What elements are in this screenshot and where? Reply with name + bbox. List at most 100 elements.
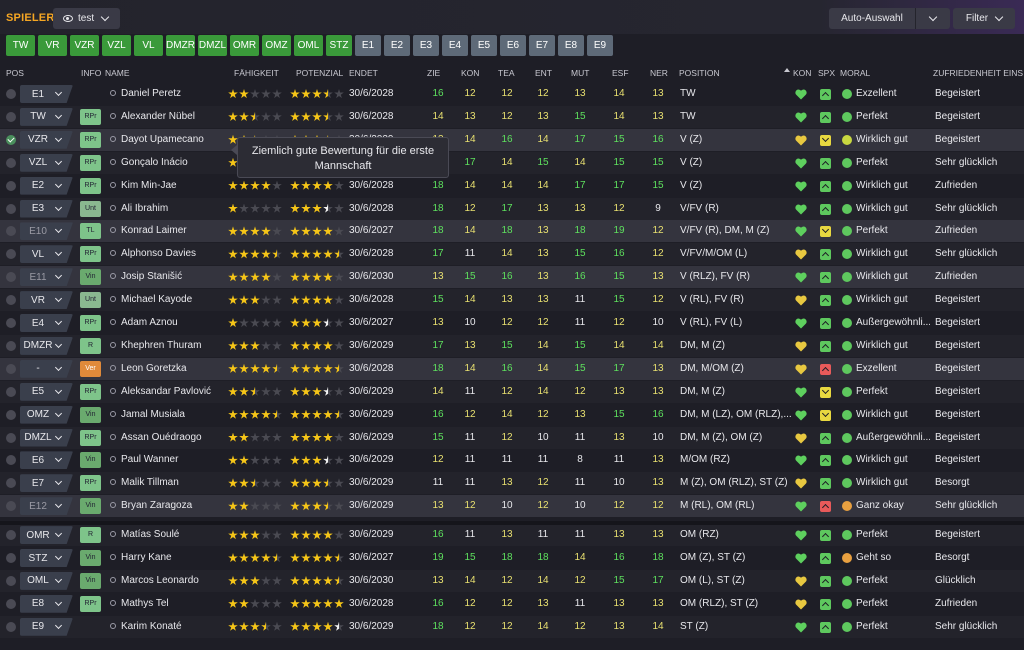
position-filter-vl[interactable]: VL — [134, 35, 163, 56]
info-badge[interactable]: Unt — [80, 200, 101, 217]
col-potential[interactable]: POTENZIAL — [296, 68, 343, 78]
position-dropdown[interactable]: E1 — [20, 85, 73, 103]
position-filter-vr[interactable]: VR — [38, 35, 67, 56]
table-row[interactable]: E4 RPr Adam Aznou 30/6/2027 13 10 12 12 11 12 10 V … — [0, 312, 1024, 334]
position-dropdown[interactable]: - — [20, 359, 73, 378]
position-filter-stz[interactable]: STZ — [326, 35, 352, 56]
player-name[interactable]: Gonçalo Inácio — [121, 152, 231, 174]
select-checkbox[interactable] — [6, 621, 16, 632]
col-spx[interactable]: SPX — [818, 68, 835, 78]
select-checkbox[interactable] — [6, 157, 16, 168]
player-name[interactable]: Malik Tillman — [121, 472, 231, 494]
table-row[interactable]: E11 Vin Josip Stanišić 30/6/2030 13 15 16 13 16 1… — [0, 266, 1024, 289]
player-name[interactable]: Jamal Musiala — [121, 404, 231, 426]
col-info[interactable]: INFO — [81, 68, 101, 78]
player-name[interactable]: Ali Ibrahim — [121, 198, 231, 220]
table-row[interactable]: VZLRPrGonçalo Inácio30/6/202915171415141… — [0, 151, 1024, 174]
table-row[interactable]: E2 RPr Kim Min-Jae 30/6/2028 18 14 14 14 17 17 15 V… — [0, 175, 1024, 197]
col-ner[interactable]: NER — [650, 68, 668, 78]
info-badge[interactable]: Vin — [80, 498, 101, 515]
table-row[interactable]: E1 Daniel Peretz 30/6/2028 16 12 12 12 13 14 13 TW… — [0, 83, 1024, 105]
player-name[interactable]: Mathys Tel — [121, 593, 231, 615]
table-row[interactable]: VR Unt Michael Kayode 30/6/2028 15 14 13 13 11 15… — [0, 289, 1024, 312]
player-name[interactable]: Assan Ouédraogo — [121, 427, 231, 449]
position-dropdown[interactable]: E7 — [20, 474, 73, 493]
player-name[interactable]: Paul Wanner — [121, 449, 231, 471]
info-badge[interactable]: R — [80, 527, 101, 544]
position-dropdown[interactable]: E5 — [20, 382, 73, 401]
select-checkbox[interactable] — [6, 203, 16, 214]
table-row[interactable]: E3 Unt Ali Ibrahim 30/6/2028 18 12 17 13 13 12 9 V/… — [0, 197, 1024, 220]
info-badge[interactable]: RPr — [80, 177, 101, 194]
select-checkbox[interactable] — [6, 363, 16, 374]
player-name[interactable]: Adam Aznou — [121, 312, 231, 334]
table-row[interactable]: DMZL RPr Assan Ouédraogo 30/6/2029 15 11 12 10 1… — [0, 426, 1024, 449]
position-dropdown[interactable]: DMZR — [20, 336, 73, 355]
position-dropdown[interactable]: DMZL — [20, 428, 73, 447]
position-dropdown[interactable]: VZR — [20, 130, 73, 149]
select-checkbox[interactable] — [6, 111, 16, 122]
col-position[interactable]: POSITION — [679, 68, 720, 78]
auto-select-dropdown[interactable] — [916, 8, 950, 29]
info-badge[interactable]: RPr — [80, 475, 101, 492]
player-name[interactable]: Aleksandar Pavlović — [121, 381, 231, 403]
col-satisfaction[interactable]: ZUFRIEDENHEIT EINS — [933, 68, 1023, 78]
position-filter-e1[interactable]: E1 — [355, 35, 381, 56]
player-name[interactable]: Harry Kane — [121, 547, 231, 569]
info-badge[interactable]: RPr — [80, 429, 101, 446]
table-row[interactable]: E5 RPr Aleksandar Pavlović 30/6/2029 14 11 12 1… — [0, 380, 1024, 403]
col-esf[interactable]: ESF — [612, 68, 629, 78]
info-badge[interactable]: Vin — [80, 572, 101, 589]
select-checkbox[interactable] — [6, 272, 16, 283]
col-kon[interactable]: KON — [461, 68, 479, 78]
position-filter-omz[interactable]: OMZ — [262, 35, 291, 56]
position-filter-dmzl[interactable]: DMZL — [198, 35, 227, 56]
table-row[interactable]: VL RPr Alphonso Davies 30/6/2028 17 11 14 13 15 1… — [0, 243, 1024, 266]
info-badge[interactable]: R — [80, 337, 101, 354]
select-checkbox[interactable] — [6, 226, 16, 237]
player-name[interactable]: Karim Konaté — [121, 616, 231, 638]
info-badge[interactable]: RPr — [80, 315, 101, 331]
player-name[interactable]: Kim Min-Jae — [121, 175, 231, 197]
player-name[interactable]: Dayot Upamecano — [121, 129, 231, 151]
select-checkbox[interactable] — [6, 501, 16, 512]
position-dropdown[interactable]: STZ — [20, 549, 73, 567]
select-checkbox[interactable] — [6, 89, 16, 99]
select-checkbox[interactable] — [6, 530, 16, 541]
position-filter-e5[interactable]: E5 — [471, 35, 497, 56]
position-filter-e2[interactable]: E2 — [384, 35, 410, 56]
table-row[interactable]: E10 TL Konrad Laimer 30/6/2027 18 14 18 13 18 19 1… — [0, 220, 1024, 243]
select-checkbox[interactable] — [6, 295, 16, 306]
auto-select-button[interactable]: Auto-Auswahl — [829, 8, 950, 29]
position-filter-e6[interactable]: E6 — [500, 35, 526, 56]
table-row[interactable]: OMZ Vin Jamal Musiala 30/6/2029 16 12 14 12 13 15… — [0, 404, 1024, 426]
position-dropdown[interactable]: E9 — [20, 617, 73, 636]
select-checkbox[interactable] — [6, 455, 16, 466]
player-name[interactable]: Marcos Leonardo — [121, 570, 231, 592]
player-name[interactable]: Matías Soulé — [121, 524, 231, 546]
select-checkbox[interactable] — [6, 478, 16, 489]
player-name[interactable]: Konrad Laimer — [121, 220, 231, 242]
player-name[interactable]: Daniel Peretz — [121, 83, 231, 105]
position-filter-e9[interactable]: E9 — [587, 35, 613, 56]
position-filter-vzr[interactable]: VZR — [70, 35, 99, 56]
select-checkbox[interactable] — [6, 249, 16, 260]
select-checkbox[interactable] — [6, 432, 16, 443]
col-morale[interactable]: MORAL — [840, 68, 870, 78]
position-dropdown[interactable]: E3 — [20, 199, 73, 218]
position-filter-vzl[interactable]: VZL — [102, 35, 131, 56]
info-badge[interactable]: RPr — [80, 154, 101, 171]
table-row[interactable]: VZRRPrDayot Upamecano30/6/20291314161417… — [0, 128, 1024, 151]
filter-button[interactable]: Filter — [953, 8, 1015, 29]
col-name[interactable]: NAME — [105, 68, 130, 78]
player-name[interactable]: Alphonso Davies — [121, 243, 231, 265]
player-name[interactable]: Leon Goretzka — [121, 358, 231, 380]
position-dropdown[interactable]: E8 — [20, 594, 73, 613]
col-pos[interactable]: POS — [6, 68, 24, 78]
player-name[interactable]: Josip Stanišić — [121, 266, 231, 288]
col-ent[interactable]: ENT — [535, 68, 552, 78]
info-badge[interactable]: RPr — [80, 246, 101, 263]
table-row[interactable]: DMZR R Khephren Thuram 30/6/2029 17 13 15 14 15 1… — [0, 334, 1024, 357]
position-filter-tw[interactable]: TW — [6, 35, 35, 56]
select-checkbox[interactable] — [6, 340, 16, 351]
